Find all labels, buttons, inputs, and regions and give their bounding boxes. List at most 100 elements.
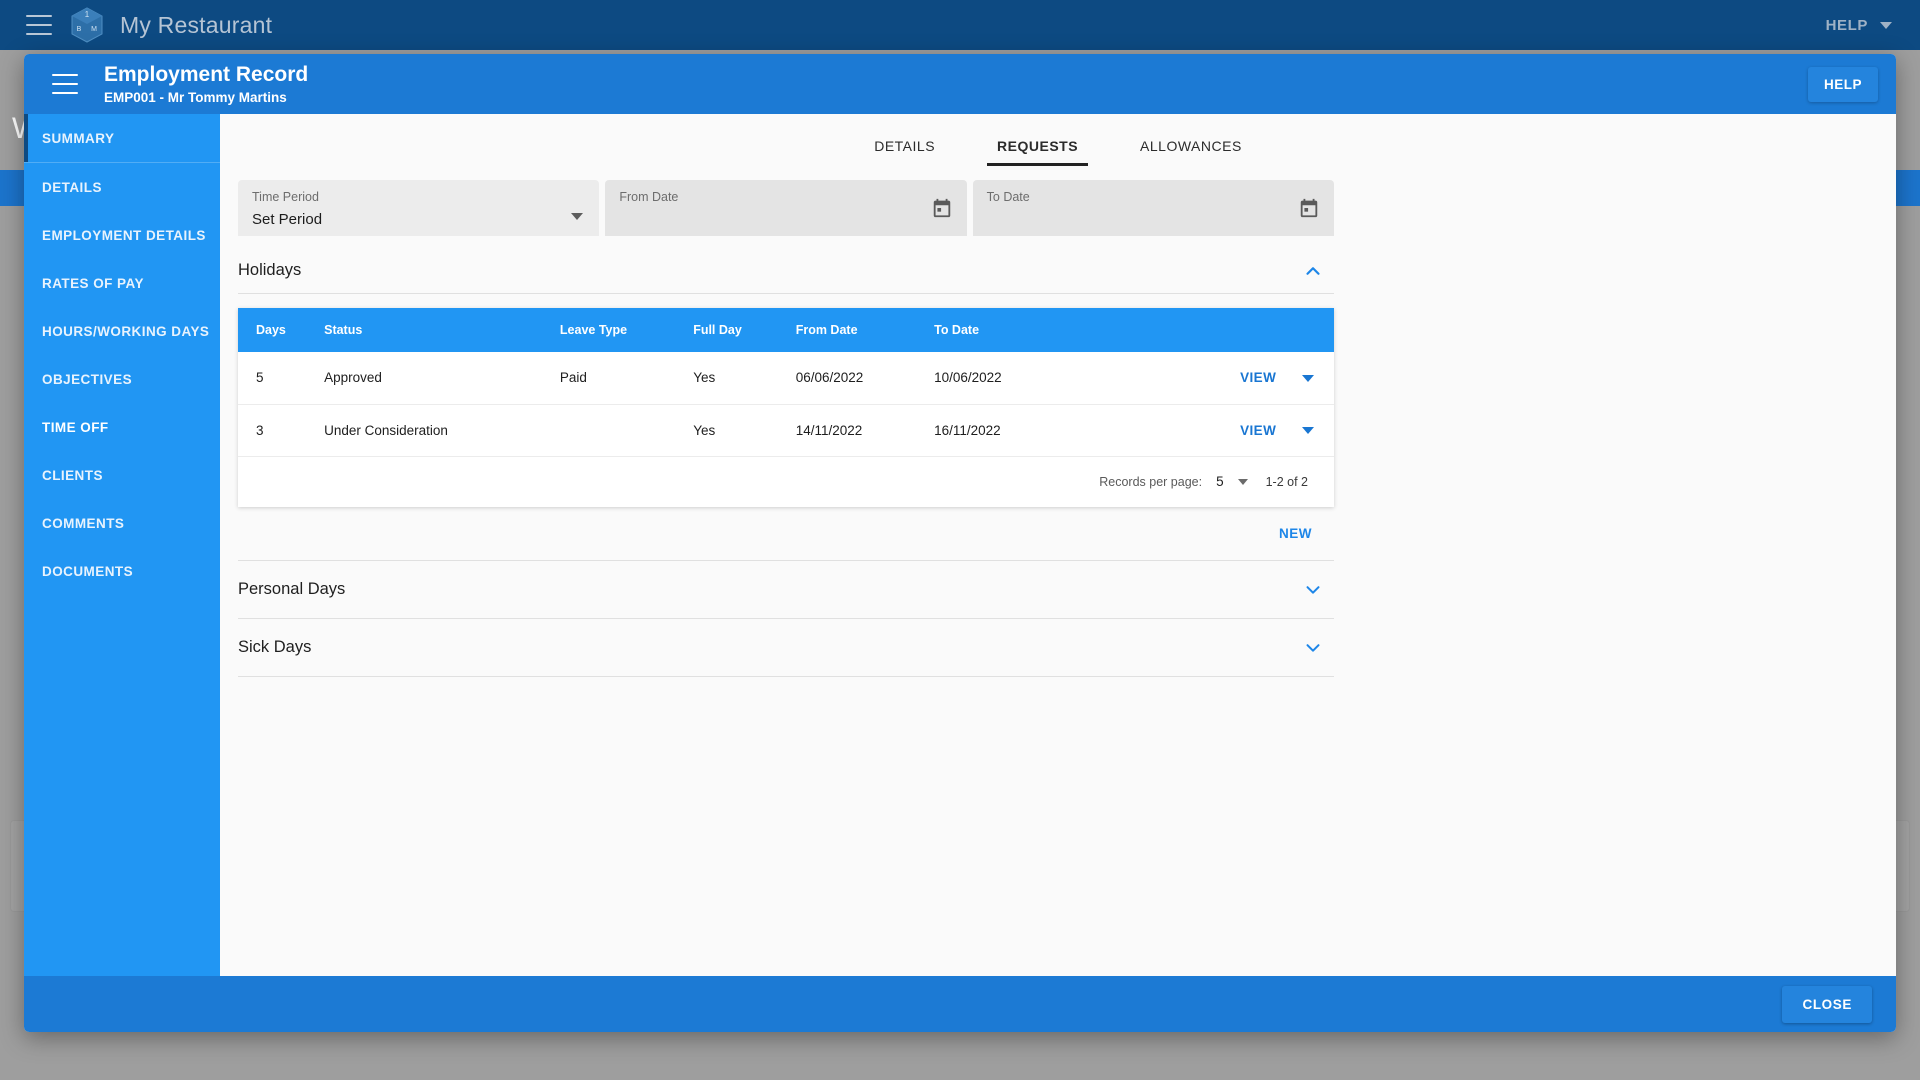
tab-label: REQUESTS [997, 138, 1079, 154]
sidebar-item-label: EMPLOYMENT DETAILS [42, 227, 206, 243]
sidebar-item-label: HOURS/WORKING DAYS [42, 323, 210, 339]
sidebar-item-time-off[interactable]: TIME OFF [24, 403, 220, 451]
column-header-leave-type: Leave Type [559, 308, 694, 352]
sidebar-item-hours-working-days[interactable]: HOURS/WORKING DAYS [24, 307, 220, 355]
sidebar-item-employment-details[interactable]: EMPLOYMENT DETAILS [24, 211, 220, 259]
tab-bar: DETAILS REQUESTS ALLOWANCES [220, 114, 1896, 166]
section-header-personal-days[interactable]: Personal Days [238, 561, 1334, 619]
modal-footer: CLOSE [24, 976, 1896, 1032]
cell-leave-type: Paid [559, 352, 694, 405]
hamburger-icon[interactable] [26, 15, 52, 35]
from-date-input[interactable]: From Date [605, 180, 967, 236]
sidebar-item-summary[interactable]: SUMMARY [24, 114, 220, 162]
tab-label: DETAILS [874, 138, 936, 154]
chevron-up-icon[interactable] [1302, 260, 1324, 282]
column-header-days: Days [238, 308, 325, 352]
holidays-table: Days Status Leave Type Full Day From Dat… [238, 308, 1334, 457]
chevron-down-icon[interactable] [1302, 375, 1314, 383]
requests-panel: Time Period Set Period From Date To Date… [220, 166, 1896, 677]
filter-row: Time Period Set Period From Date To Date [238, 180, 1334, 236]
to-date-input[interactable]: To Date [972, 180, 1334, 236]
svg-text:B: B [77, 26, 82, 33]
tab-allowances[interactable]: ALLOWANCES [1122, 132, 1260, 166]
section-header-holidays[interactable]: Holidays [238, 248, 1334, 294]
cell-actions: VIEW [1169, 352, 1334, 405]
chevron-down-icon[interactable] [1302, 427, 1314, 435]
modal-body: SUMMARY DETAILS EMPLOYMENT DETAILS RATES… [24, 114, 1896, 976]
paginator: Records per page: 5 1-2 of 2 [238, 457, 1334, 507]
app-brand-title: My Restaurant [120, 11, 273, 38]
cell-to-date: 16/11/2022 [934, 404, 1170, 457]
modal-help-button[interactable]: HELP [1807, 66, 1878, 102]
time-period-label: Time Period [252, 190, 319, 204]
cube-logo-icon: 1 B M [70, 6, 104, 44]
app-help-label: HELP [1825, 16, 1868, 34]
cell-full-day: Yes [693, 352, 796, 405]
cell-leave-type [559, 404, 694, 457]
employee-subtitle: EMP001 - Mr Tommy Martins [104, 90, 287, 106]
new-action-row: NEW [238, 507, 1334, 561]
cell-days: 3 [238, 404, 325, 457]
cell-days: 5 [238, 352, 325, 405]
sidebar-item-label: CLIENTS [42, 467, 103, 483]
cell-to-date: 10/06/2022 [934, 352, 1170, 405]
records-per-page-label: Records per page: [1099, 474, 1203, 489]
view-link[interactable]: VIEW [1240, 423, 1276, 438]
svg-text:1: 1 [85, 10, 90, 19]
section-header-sick-days[interactable]: Sick Days [238, 619, 1334, 677]
calendar-icon[interactable] [931, 197, 953, 224]
sidebar-item-rates-of-pay[interactable]: RATES OF PAY [24, 259, 220, 307]
records-per-page-select[interactable]: Records per page: 5 [1099, 474, 1248, 489]
sidebar-item-label: DETAILS [42, 179, 102, 195]
sidebar-item-objectives[interactable]: OBJECTIVES [24, 355, 220, 403]
tab-details[interactable]: DETAILS [856, 132, 953, 166]
sidebar-item-label: RATES OF PAY [42, 275, 144, 291]
tab-label: ALLOWANCES [1140, 138, 1242, 154]
tab-requests[interactable]: REQUESTS [979, 132, 1096, 166]
cell-full-day: Yes [693, 404, 796, 457]
content-area: DETAILS REQUESTS ALLOWANCES Time Period … [220, 114, 1896, 976]
sidebar-item-details[interactable]: DETAILS [24, 163, 220, 211]
sidebar-item-label: DOCUMENTS [42, 563, 134, 579]
chevron-down-icon [1237, 478, 1248, 485]
column-header-status: Status [324, 308, 560, 352]
sidebar-item-label: TIME OFF [42, 419, 109, 435]
chevron-down-icon [571, 213, 584, 220]
table-body: 5 Approved Paid Yes 06/06/2022 10/06/202… [238, 352, 1334, 457]
records-per-page-value: 5 [1216, 474, 1224, 489]
cell-status: Under Consideration [324, 404, 560, 457]
calendar-icon[interactable] [1298, 197, 1320, 224]
page-title: Employment Record [104, 62, 309, 86]
chevron-down-icon[interactable] [1302, 578, 1324, 600]
chevron-down-icon[interactable] [1302, 636, 1324, 658]
table-header: Days Status Leave Type Full Day From Dat… [238, 308, 1334, 352]
sidebar-item-comments[interactable]: COMMENTS [24, 499, 220, 547]
close-button[interactable]: CLOSE [1782, 985, 1872, 1023]
sidebar-item-documents[interactable]: DOCUMENTS [24, 547, 220, 595]
cell-status: Approved [324, 352, 560, 405]
table-row[interactable]: 5 Approved Paid Yes 06/06/2022 10/06/202… [238, 352, 1334, 405]
column-header-full-day: Full Day [693, 308, 796, 352]
time-period-value: Set Period [252, 211, 323, 228]
hamburger-icon[interactable] [52, 74, 78, 94]
svg-text:M: M [91, 26, 97, 33]
from-date-label: From Date [619, 190, 679, 204]
holidays-table-card: Days Status Leave Type Full Day From Dat… [238, 308, 1334, 507]
column-header-from-date: From Date [795, 308, 935, 352]
app-help-button[interactable]: HELP [1812, 9, 1906, 42]
sidebar-item-label: COMMENTS [42, 515, 125, 531]
column-header-actions [1169, 308, 1334, 352]
modal-header: Employment Record EMP001 - Mr Tommy Mart… [24, 54, 1896, 114]
app-top-bar: 1 B M My Restaurant HELP [0, 0, 1920, 50]
section-title: Holidays [238, 261, 302, 279]
modal-title-group: Employment Record EMP001 - Mr Tommy Mart… [104, 63, 308, 105]
cell-actions: VIEW [1169, 404, 1334, 457]
time-period-select[interactable]: Time Period Set Period [238, 180, 600, 236]
cell-from-date: 06/06/2022 [795, 352, 935, 405]
new-button[interactable]: NEW [1279, 526, 1334, 541]
column-header-to-date: To Date [934, 308, 1170, 352]
view-link[interactable]: VIEW [1240, 370, 1276, 385]
sidebar-item-label: SUMMARY [42, 130, 115, 146]
table-row[interactable]: 3 Under Consideration Yes 14/11/2022 16/… [238, 404, 1334, 457]
sidebar-item-clients[interactable]: CLIENTS [24, 451, 220, 499]
